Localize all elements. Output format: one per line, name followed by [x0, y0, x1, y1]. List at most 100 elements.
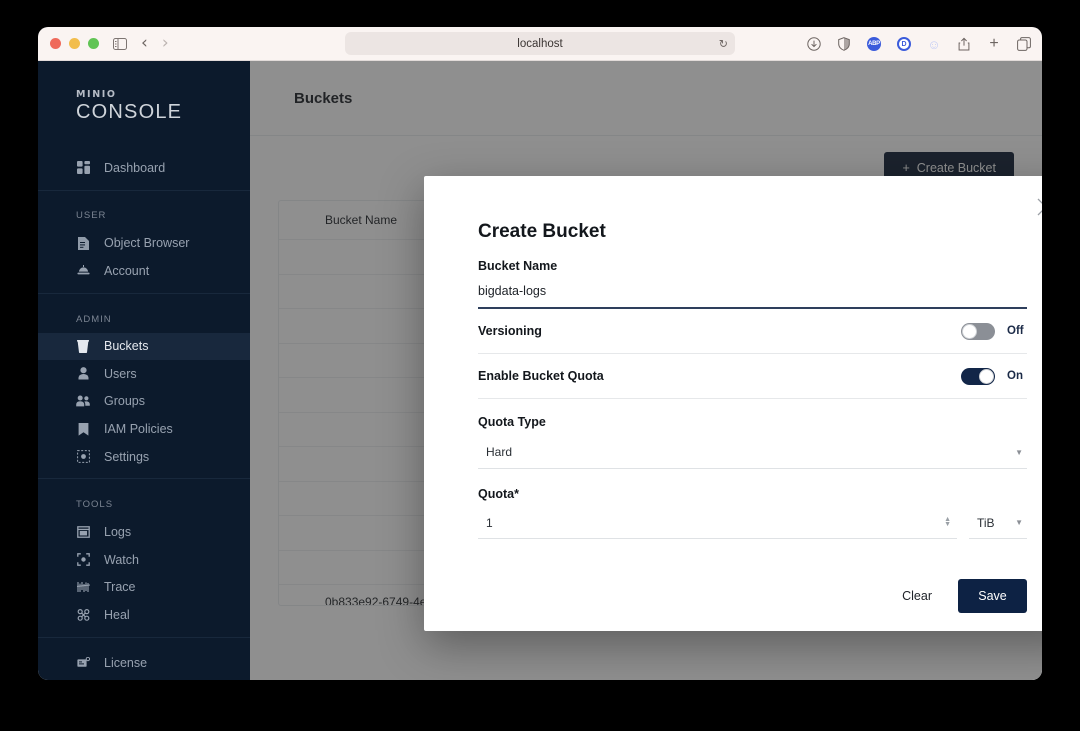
quantity-stepper[interactable]: ▲ ▼: [944, 516, 957, 528]
close-window-button[interactable]: [50, 38, 61, 49]
sidebar-item-object-browser[interactable]: Object Browser: [38, 229, 250, 257]
logo-minio-text: MINIO: [76, 89, 117, 100]
save-button[interactable]: Save: [958, 579, 1027, 613]
main-content: Buckets + Create Bucket Bucket Name Crea…: [250, 61, 1042, 680]
traffic-lights: [50, 38, 99, 49]
sidebar-item-label: Account: [104, 263, 150, 278]
versioning-state: Off: [1007, 325, 1024, 337]
versioning-toggle[interactable]: [961, 322, 995, 340]
sidebar-item-label: IAM Policies: [104, 422, 173, 437]
back-icon[interactable]: ‹: [141, 35, 148, 52]
toggle-knob: [979, 368, 994, 384]
logo-console-text: CONSOLE: [76, 101, 183, 123]
bucket-quota-state: On: [1007, 370, 1023, 382]
sidebar-item-label: Buckets: [104, 339, 149, 354]
toggle-knob: [962, 323, 977, 339]
heal-icon: [76, 608, 90, 622]
sidebar-item-label: License: [104, 655, 148, 670]
sidebar-item-label: Groups: [104, 394, 145, 409]
new-tab-icon[interactable]: +: [986, 36, 1002, 52]
sidebar-divider: [38, 189, 250, 191]
bucket-name-field: Bucket Name: [478, 259, 1027, 309]
zoom-window-button[interactable]: [88, 38, 99, 49]
user-icon: [76, 367, 90, 381]
sidebar-item-label: Dashboard: [104, 160, 166, 175]
sidebar-divider: [38, 292, 250, 294]
toolbar-icons: ABP D ☺ +: [806, 27, 1032, 61]
reload-icon[interactable]: ↻: [719, 37, 728, 50]
create-bucket-dialog: Create Bucket Bucket Name Versioning Off: [424, 176, 1042, 631]
forward-icon[interactable]: ›: [162, 35, 169, 52]
sidebar-item-heal[interactable]: Heal: [38, 601, 250, 629]
browser-toolbar: ‹ › localhost ↻ ABP D ☺ +: [38, 27, 1042, 61]
duckduckgo-icon[interactable]: D: [896, 36, 912, 52]
sidebar-item-iam-policies[interactable]: IAM Policies: [38, 415, 250, 443]
sidebar-item-label: Object Browser: [104, 236, 190, 251]
minio-console-app: MINIO CONSOLE Dashboard USER Object Brow…: [38, 61, 1042, 680]
bucket-quota-label: Enable Bucket Quota: [478, 369, 604, 383]
quota-type-label: Quota Type: [478, 415, 546, 429]
chevron-down-icon: ▼: [1015, 518, 1023, 527]
url-text: localhost: [517, 37, 563, 50]
bucket-quota-row: Enable Bucket Quota On: [478, 354, 1027, 399]
clear-button[interactable]: Clear: [886, 581, 948, 611]
dialog-title: Create Bucket: [478, 221, 606, 242]
sidebar-divider: [38, 478, 250, 480]
sidebar-icon[interactable]: [113, 37, 127, 50]
bucket-name-input[interactable]: [478, 284, 1027, 298]
sidebar-section-user: USER: [76, 210, 107, 222]
quota-field: Quota* ▲ ▼ TiB ▼: [478, 469, 1027, 539]
quota-type-value: Hard: [486, 445, 513, 459]
sidebar-item-groups[interactable]: Groups: [38, 388, 250, 416]
ghostery-icon[interactable]: ☺: [926, 36, 942, 52]
versioning-label: Versioning: [478, 324, 542, 338]
reader-icon[interactable]: [836, 36, 852, 52]
sidebar-item-label: Watch: [104, 552, 139, 567]
browser-window: ‹ › localhost ↻ ABP D ☺ + MINIO CONSOLE …: [38, 27, 1042, 680]
share-icon[interactable]: [956, 36, 972, 52]
address-bar[interactable]: localhost ↻: [345, 32, 735, 55]
sidebar-divider: [38, 636, 250, 638]
sidebar-item-logs[interactable]: Logs: [38, 518, 250, 546]
watch-icon: [76, 553, 90, 567]
stepper-down-icon[interactable]: ▼: [944, 521, 951, 528]
quota-unit-value: TiB: [977, 515, 995, 530]
groups-icon: [76, 394, 90, 408]
sidebar-item-label: Users: [104, 366, 137, 381]
adblock-icon[interactable]: ABP: [866, 36, 882, 52]
sidebar-item-account[interactable]: Account: [38, 257, 250, 285]
sidebar-section-admin: ADMIN: [76, 313, 112, 325]
sidebar-item-watch[interactable]: Watch: [38, 546, 250, 574]
quota-type-select[interactable]: Hard ▼: [478, 436, 1027, 469]
logs-icon: [76, 525, 90, 539]
chevron-down-icon: ▼: [1015, 447, 1023, 457]
quota-input[interactable]: [478, 515, 862, 530]
sidebar-item-label: Heal: [104, 607, 130, 622]
bucket-quota-toggle[interactable]: [961, 367, 995, 385]
downloads-icon[interactable]: [806, 36, 822, 52]
quota-unit-select[interactable]: TiB ▼: [969, 507, 1027, 539]
tab-overview-icon[interactable]: [1016, 36, 1032, 52]
quota-type-field: Quota Type Hard ▼: [478, 399, 1027, 469]
close-icon[interactable]: [1031, 192, 1042, 222]
sidebar-item-label: Settings: [104, 449, 150, 464]
dashboard-icon: [76, 161, 90, 175]
sidebar-item-dashboard[interactable]: Dashboard: [38, 154, 250, 182]
nav-buttons: ‹ ›: [141, 35, 169, 52]
versioning-row: Versioning Off: [478, 309, 1027, 354]
minimize-window-button[interactable]: [69, 38, 80, 49]
bucket-name-label: Bucket Name: [478, 259, 558, 273]
sidebar-item-buckets[interactable]: Buckets: [38, 332, 250, 361]
minio-logo: MINIO CONSOLE: [38, 61, 250, 154]
quota-label: Quota*: [478, 487, 519, 501]
sidebar-item-trace[interactable]: Trace: [38, 574, 250, 602]
bucket-icon: [76, 339, 90, 353]
sidebar-item-label: Logs: [104, 525, 132, 540]
sidebar: MINIO CONSOLE Dashboard USER Object Brow…: [38, 61, 250, 680]
sidebar-item-label: Trace: [104, 580, 136, 595]
sidebar-item-users[interactable]: Users: [38, 360, 250, 388]
license-icon: [76, 656, 90, 670]
sidebar-item-license[interactable]: License: [38, 646, 250, 680]
sidebar-item-settings[interactable]: Settings: [38, 443, 250, 471]
trace-icon: [76, 580, 90, 594]
